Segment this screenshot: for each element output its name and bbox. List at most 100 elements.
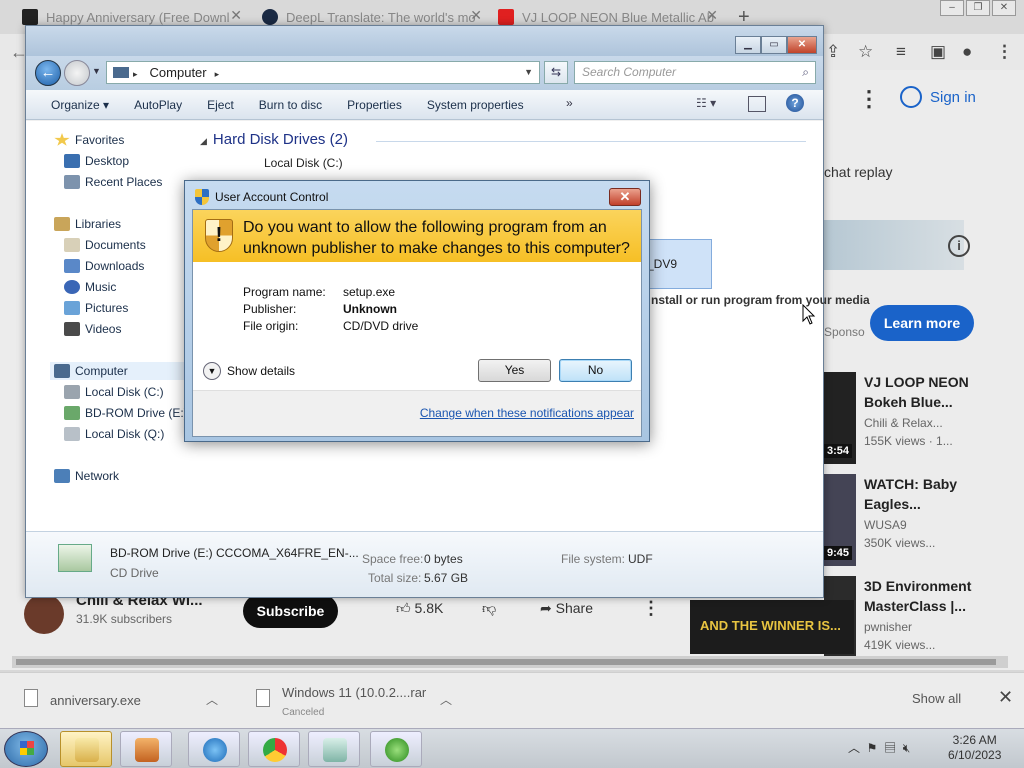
system-tray[interactable]: ︿ ⚑ ▤ 🔇︎ [848, 739, 910, 756]
nav-pictures[interactable]: Pictures [64, 299, 128, 317]
system-properties-button[interactable]: System properties [427, 98, 524, 112]
nav-computer[interactable]: Computer [50, 362, 186, 380]
video-title[interactable]: WATCH: Baby Eagles... [864, 474, 1014, 514]
info-icon[interactable]: i [948, 235, 970, 257]
close-tab-icon[interactable]: ✕ [706, 7, 718, 24]
optical-drive-icon [64, 406, 80, 420]
app-taskbar-icon[interactable] [308, 731, 360, 767]
breadcrumb-arrow-icon[interactable]: ▸ [215, 69, 220, 79]
nav-favorites[interactable]: Favorites [54, 131, 124, 149]
group-divider [376, 141, 806, 142]
nav-label: Downloads [85, 259, 145, 273]
thumbs-down-icon[interactable]: 👎︎ [482, 600, 496, 617]
show-details-toggle[interactable]: ▼ Show details [203, 362, 295, 380]
nav-local-disk-c[interactable]: Local Disk (C:) [64, 383, 164, 401]
explorer-taskbar-icon[interactable] [60, 731, 112, 767]
uac-titlebar[interactable]: User Account Control [195, 189, 328, 205]
local-disk-c-item[interactable]: Local Disk (C:) [264, 156, 343, 170]
more-actions-icon[interactable]: ⋮ [642, 598, 660, 619]
nav-libraries[interactable]: Libraries [54, 215, 121, 233]
side-panel-icon[interactable]: ▣ [930, 42, 946, 62]
hard-disk-drives-group[interactable]: ◢ Hard Disk Drives (2) [200, 131, 348, 148]
yes-button[interactable]: Yes [478, 359, 551, 382]
back-arrow-icon[interactable]: ← [35, 60, 61, 86]
change-view-icon[interactable]: ☷ ▾ [696, 96, 734, 114]
video-title[interactable]: 3D Environment MasterClass |... [864, 576, 1014, 616]
bookmark-star-icon[interactable]: ☆ [858, 42, 873, 62]
breadcrumb-computer[interactable]: Computer [150, 65, 207, 80]
close-icon[interactable]: ✕ [998, 687, 1013, 708]
nav-label: Local Disk (C:) [85, 385, 164, 399]
search-input[interactable]: Search Computer ⌕ [574, 61, 816, 84]
forward-arrow-icon[interactable] [64, 60, 90, 86]
breadcrumb-arrow-icon[interactable]: ▸ [133, 69, 138, 79]
download-name: anniversary.exe [50, 693, 141, 708]
ie-taskbar-icon[interactable] [188, 731, 240, 767]
autoplay-button[interactable]: AutoPlay [134, 98, 182, 112]
preview-pane-icon[interactable] [748, 96, 766, 112]
help-icon[interactable]: ? [786, 94, 804, 112]
show-all-button[interactable]: Show all [912, 691, 961, 706]
address-dropdown-icon[interactable]: ▼ [524, 62, 533, 83]
address-bar[interactable]: ▸ Computer ▸ ▼ [106, 61, 540, 84]
ad-banner[interactable] [824, 220, 964, 270]
close-tab-icon[interactable]: ✕ [470, 7, 482, 24]
no-button[interactable]: No [559, 359, 632, 382]
browser-menu-icon[interactable]: ⋮ [996, 42, 1013, 62]
learn-more-button[interactable]: Learn more [870, 305, 974, 341]
close-icon[interactable]: ✕ [992, 0, 1016, 16]
chevron-up-icon[interactable]: ︿ [440, 691, 452, 708]
nav-local-disk-q[interactable]: Local Disk (Q:) [64, 425, 164, 443]
more-commands-button[interactable]: » [566, 96, 573, 110]
nav-network[interactable]: Network [54, 467, 119, 485]
eject-button[interactable]: Eject [207, 98, 234, 112]
sign-in-button[interactable]: Sign in [900, 86, 976, 108]
history-dropdown-icon[interactable]: ▼ [92, 66, 101, 76]
video-thumbnail[interactable]: AND THE WINNER IS... [690, 600, 854, 654]
close-icon[interactable]: ✕ [609, 188, 641, 206]
chat-replay-label[interactable]: chat replay [824, 164, 892, 180]
nav-documents[interactable]: Documents [64, 236, 146, 254]
share-icon[interactable]: ⇪ [826, 42, 840, 62]
video-title[interactable]: VJ LOOP NEON Bokeh Blue... [864, 372, 1014, 412]
nav-music[interactable]: Music [64, 278, 116, 296]
explorer-titlebar[interactable]: ▁ ▭ ✕ [26, 26, 823, 56]
maximize-icon[interactable]: ▭ [761, 36, 787, 54]
change-notifications-link[interactable]: Change when these notifications appear [420, 406, 634, 420]
media-player-taskbar-icon[interactable] [120, 731, 172, 767]
close-icon[interactable]: ✕ [787, 36, 817, 54]
nav-downloads[interactable]: Downloads [64, 257, 144, 275]
nav-desktop[interactable]: Desktop [64, 152, 129, 170]
share-button[interactable]: ➦ Share [540, 600, 593, 617]
download-item[interactable]: Windows 11 (10.0.2....rar Canceled ︿ [256, 681, 456, 721]
idm-taskbar-icon[interactable] [370, 731, 422, 767]
nav-recent-places[interactable]: Recent Places [64, 173, 162, 191]
like-button[interactable]: 👍︎ 5.8K [396, 600, 443, 617]
burn-to-disc-button[interactable]: Burn to disc [259, 98, 322, 112]
nav-label: Network [75, 469, 120, 483]
refresh-icon[interactable]: ⇆ [544, 61, 568, 84]
minimize-icon[interactable]: ▁ [735, 36, 761, 54]
channel-avatar[interactable] [24, 594, 64, 634]
chrome-taskbar-icon[interactable] [248, 731, 300, 767]
maximize-icon[interactable]: ❐ [966, 0, 990, 16]
collapse-triangle-icon[interactable]: ◢ [200, 136, 207, 146]
nav-videos[interactable]: Videos [64, 320, 121, 338]
properties-button[interactable]: Properties [347, 98, 402, 112]
horizontal-scrollbar[interactable] [12, 656, 1008, 668]
publisher-value: Unknown [343, 302, 397, 316]
scrollbar-thumb[interactable] [16, 659, 996, 665]
profile-icon[interactable]: ● [962, 42, 972, 62]
chevron-up-icon[interactable]: ︿ [206, 691, 218, 708]
clock[interactable]: 3:26 AM 6/10/2023 [948, 733, 1001, 763]
subscribe-button[interactable]: Subscribe [243, 594, 338, 628]
video-channel: Chili & Relax... [864, 416, 943, 430]
close-tab-icon[interactable]: ✕ [230, 7, 242, 24]
start-button[interactable] [4, 731, 48, 767]
download-item[interactable]: anniversary.exe ︿ [24, 681, 224, 721]
settings-menu-icon[interactable]: ⋮ [858, 86, 880, 112]
minimize-icon[interactable]: – [940, 0, 964, 16]
organize-button[interactable]: Organize ▾ [51, 98, 109, 112]
nav-bd-rom-drive[interactable]: BD-ROM Drive (E:) [64, 404, 188, 422]
media-queue-icon[interactable]: ≡ [896, 42, 906, 62]
